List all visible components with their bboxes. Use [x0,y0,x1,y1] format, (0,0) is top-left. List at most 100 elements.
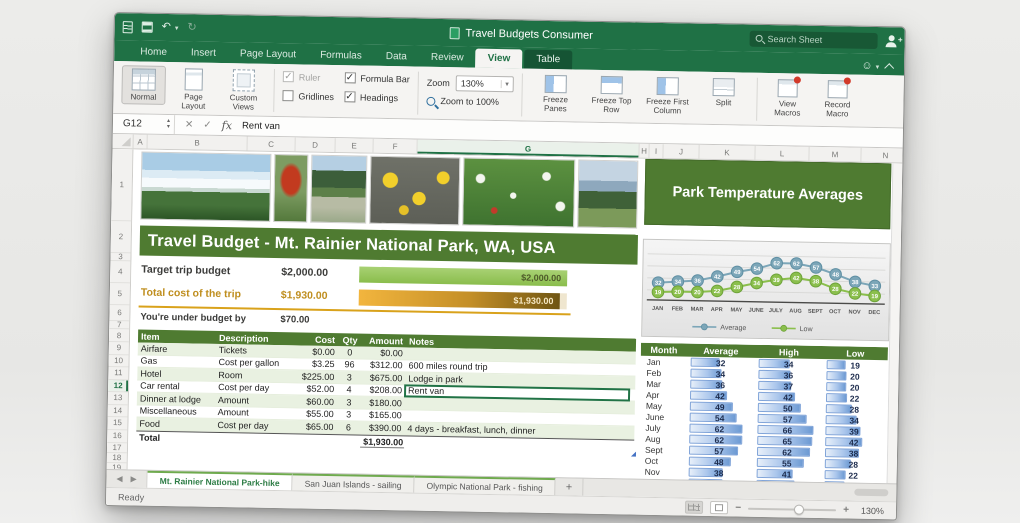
undo-dropdown-icon[interactable]: ▾ [175,24,179,32]
items-cell[interactable]: Food [136,418,214,429]
items-cell[interactable]: $165.00 [361,410,405,421]
feedback-smiley-icon[interactable]: ☺ [861,61,872,72]
column-header-l[interactable]: L [755,146,809,161]
row-header-14[interactable]: 14 [108,404,128,417]
row-header-8[interactable]: 8 [109,329,129,342]
name-box-stepper[interactable]: ▴▾ [167,119,170,129]
target-budget-bar[interactable]: $2,000.00 [359,267,567,287]
items-cell[interactable]: 96 [337,359,361,369]
items-cell[interactable]: Gas [138,356,216,367]
new-document-icon[interactable] [123,21,133,33]
zoom-in-icon[interactable]: + [843,504,849,515]
undo-icon[interactable]: ↶ [162,22,171,33]
zoom-out-icon[interactable]: − [735,502,741,513]
normal-view-button[interactable]: Normal [121,65,166,105]
items-cell[interactable]: $312.00 [361,360,405,371]
items-cell[interactable]: $225.00 [297,371,337,382]
items-cell[interactable]: $65.00 [296,421,336,432]
zoom-dropdown[interactable]: 130% ▾ [456,75,514,92]
prev-sheet-icon[interactable]: ◀ [116,474,122,483]
total-value[interactable]: $1,930.00 [360,436,404,448]
column-header-n[interactable]: N [861,148,902,163]
page-layout-view-button[interactable]: Page Layout [171,66,216,113]
row-header-17[interactable]: 17 [107,442,127,452]
freeze-top-row-button[interactable]: Freeze Top Row [586,74,637,117]
column-header-e[interactable]: E [335,138,373,153]
items-cell[interactable]: $52.00 [297,384,337,395]
target-budget-label[interactable]: Target trip budget [141,264,230,278]
ribbon-tab-page-layout[interactable]: Page Layout [228,44,309,64]
items-cell[interactable]: $0.00 [362,347,406,358]
column-header-b[interactable]: B [148,135,248,151]
items-cell[interactable]: Tickets [216,345,298,357]
next-sheet-icon[interactable]: ▶ [131,474,137,483]
feedback-dropdown-icon[interactable]: ▾ [876,62,880,70]
page-layout-view-button[interactable] [710,501,728,514]
items-cell[interactable]: $55.00 [297,409,337,420]
name-box[interactable]: G12 ▴▾ [113,114,175,134]
chart-title-banner[interactable]: Park Temperature Averages [644,159,891,229]
items-cell[interactable]: $0.00 [298,346,338,357]
ruler-checkbox[interactable]: ✓Ruler [283,71,335,83]
custom-views-view-button[interactable]: Custom Views [221,67,266,114]
headings-checkbox[interactable]: ✓Headings [344,91,410,103]
items-cell[interactable] [405,416,635,420]
collapse-ribbon-icon[interactable] [884,63,894,73]
items-cell[interactable]: 3 [337,372,361,382]
row-header-4[interactable]: 4 [110,261,130,283]
temps-month-cell[interactable]: Sept [639,444,685,456]
record-macro-button[interactable]: Record Macro [815,78,860,121]
items-cell[interactable]: $390.00 [360,422,404,433]
row-header-13[interactable]: 13 [108,392,128,405]
column-header-i[interactable]: I [649,144,663,158]
temps-month-cell[interactable]: June [640,411,686,423]
temps-month-cell[interactable]: Feb [640,367,686,379]
items-cell[interactable]: Cost per day [215,382,297,394]
row-header-10[interactable]: 10 [108,354,128,367]
formula-bar-content[interactable]: Rent van [242,120,280,132]
items-cell[interactable]: Car rental [137,381,215,392]
items-cell[interactable]: Dinner at lodge [137,393,215,404]
items-cell[interactable]: 6 [336,422,360,432]
items-cell[interactable]: Amount [215,395,297,407]
row-header-15[interactable]: 15 [107,417,127,430]
park-photo-6[interactable] [577,160,638,229]
column-header-d[interactable]: D [295,137,335,152]
temps-month-cell[interactable]: Nov [639,466,685,478]
total-cost-label[interactable]: Total cost of the trip [141,287,241,301]
search-input[interactable]: Search Sheet [749,30,877,48]
items-cell[interactable]: Room [215,370,297,382]
sheet-tab-san-juan-islands-sailing[interactable]: San Juan Islands - sailing [293,473,415,492]
column-header-k[interactable]: K [699,145,755,160]
items-cell[interactable]: $180.00 [361,397,405,408]
items-cell[interactable]: Miscellaneous [137,406,215,417]
total-label[interactable]: Total [136,432,214,443]
select-all-corner[interactable] [113,134,134,148]
column-header-a[interactable]: A [134,134,148,148]
ribbon-tab-insert[interactable]: Insert [179,43,228,63]
items-cell[interactable]: 3 [337,397,361,407]
items-cell[interactable]: $60.00 [297,396,337,407]
items-cell[interactable]: 3 [337,409,361,419]
row-header-11[interactable]: 11 [108,367,128,380]
temps-month-cell[interactable]: Mar [640,378,686,390]
park-photo-3[interactable] [310,155,367,224]
column-header-f[interactable]: F [373,139,417,154]
park-photo-4[interactable] [369,156,460,226]
row-header-9[interactable]: 9 [109,342,129,355]
sheet-title-cell[interactable]: Travel Budget - Mt. Rainier National Par… [140,226,638,265]
column-header-h[interactable]: H [639,144,649,158]
row-header-1[interactable]: 1 [111,149,132,221]
freeze-panes-button[interactable]: Freeze Panes [530,73,581,116]
save-icon[interactable] [142,22,153,33]
table-resize-handle[interactable] [631,451,636,456]
zoom-slider[interactable] [748,507,836,511]
gridlines-checkbox[interactable]: Gridlines [282,90,334,102]
temps-month-cell[interactable]: July [639,422,685,434]
insert-function-icon[interactable]: fx [222,119,233,132]
items-cell[interactable]: $208.00 [361,385,405,396]
ribbon-tab-home[interactable]: Home [128,42,179,62]
column-header-j[interactable]: J [663,144,699,159]
column-header-m[interactable]: M [809,147,861,162]
redo-icon[interactable]: ↻ [187,22,196,33]
